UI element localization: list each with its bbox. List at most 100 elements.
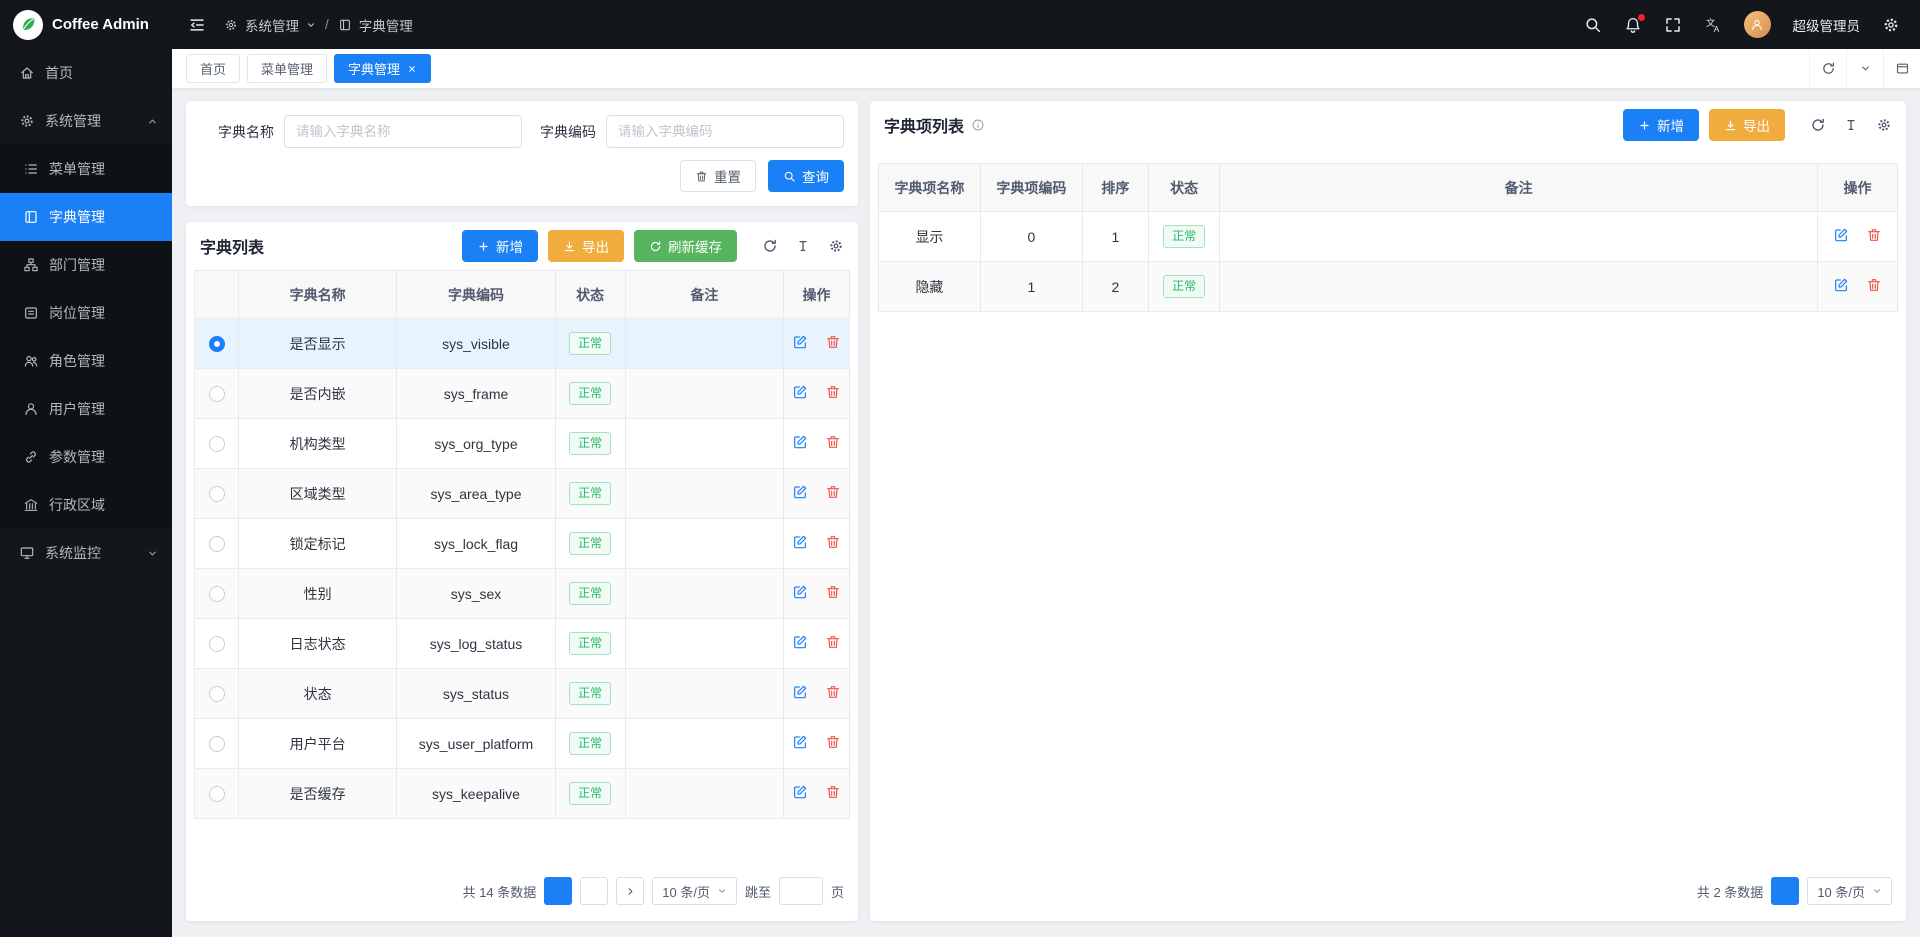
page-number-button[interactable]	[544, 877, 572, 905]
avatar[interactable]	[1744, 11, 1771, 38]
page-number-button[interactable]	[1771, 877, 1799, 905]
row-radio[interactable]	[209, 686, 225, 702]
table-row[interactable]: 是否缓存 sys_keepalive 正常	[195, 769, 850, 819]
sidebar-item-system-monitor[interactable]: 系统监控	[0, 529, 172, 577]
add-dict-item-button[interactable]: 新增	[1623, 109, 1699, 141]
column-settings-gear-icon[interactable]	[828, 238, 844, 254]
refresh-table-icon[interactable]	[1810, 117, 1826, 133]
sidebar-item-dict-management[interactable]: 字典管理	[0, 193, 172, 241]
table-row[interactable]: 用户平台 sys_user_platform 正常	[195, 719, 850, 769]
row-radio[interactable]	[209, 336, 225, 352]
delete-icon[interactable]	[825, 334, 841, 350]
column-header: 状态	[1149, 164, 1220, 212]
delete-icon[interactable]	[825, 634, 841, 650]
add-dict-button[interactable]: 新增	[462, 230, 538, 262]
edit-icon[interactable]	[792, 384, 808, 400]
edit-icon[interactable]	[1833, 277, 1849, 293]
status-badge: 正常	[1163, 275, 1205, 298]
reset-button[interactable]: 重置	[680, 160, 756, 192]
sidebar-item-admin-region[interactable]: 行政区域	[0, 481, 172, 529]
content-fullscreen-icon[interactable]	[1883, 49, 1920, 88]
search-icon[interactable]	[1584, 16, 1602, 34]
edit-icon[interactable]	[792, 684, 808, 700]
jump-page-input[interactable]	[779, 877, 823, 905]
tab-close-icon[interactable]	[407, 64, 417, 74]
dict-code-input[interactable]	[606, 115, 844, 148]
sidebar-item-menu-management[interactable]: 菜单管理	[0, 145, 172, 193]
edit-icon[interactable]	[792, 484, 808, 500]
row-radio[interactable]	[209, 436, 225, 452]
delete-icon[interactable]	[1866, 277, 1882, 293]
edit-icon[interactable]	[792, 584, 808, 600]
table-row[interactable]: 隐藏 1 2 正常	[879, 262, 1898, 312]
info-icon[interactable]	[971, 118, 985, 132]
font-size-icon[interactable]	[795, 238, 811, 254]
delete-icon[interactable]	[825, 484, 841, 500]
sidebar-item-home[interactable]: 首页	[0, 49, 172, 97]
delete-icon[interactable]	[825, 584, 841, 600]
sidebar-item-user-management[interactable]: 用户管理	[0, 385, 172, 433]
page-size-select[interactable]: 10 条/页	[1807, 877, 1892, 905]
column-settings-gear-icon[interactable]	[1876, 117, 1892, 133]
collapse-sidebar-icon[interactable]	[188, 16, 206, 34]
row-radio[interactable]	[209, 536, 225, 552]
edit-icon[interactable]	[792, 534, 808, 550]
fullscreen-icon[interactable]	[1664, 16, 1682, 34]
page-size-select[interactable]: 10 条/页	[652, 877, 737, 905]
notification-bell-icon[interactable]	[1624, 16, 1642, 34]
settings-gear-icon[interactable]	[1882, 16, 1900, 34]
nav-tab[interactable]: 首页	[186, 54, 240, 83]
dict-name-input[interactable]	[284, 115, 522, 148]
page-number-button[interactable]	[580, 877, 608, 905]
edit-icon[interactable]	[1833, 227, 1849, 243]
sidebar-item-role-management[interactable]: 角色管理	[0, 337, 172, 385]
edit-icon[interactable]	[792, 434, 808, 450]
refresh-cache-button[interactable]: 刷新缓存	[634, 230, 737, 262]
refresh-page-icon[interactable]	[1809, 49, 1846, 88]
table-row[interactable]: 性别 sys_sex 正常	[195, 569, 850, 619]
delete-icon[interactable]	[825, 534, 841, 550]
sidebar-item-system-management[interactable]: 系统管理	[0, 97, 172, 145]
table-row[interactable]: 状态 sys_status 正常	[195, 669, 850, 719]
delete-icon[interactable]	[1866, 227, 1882, 243]
delete-icon[interactable]	[825, 684, 841, 700]
row-radio[interactable]	[209, 786, 225, 802]
edit-icon[interactable]	[792, 734, 808, 750]
refresh-table-icon[interactable]	[762, 238, 778, 254]
breadcrumb-current[interactable]: 字典管理	[359, 15, 413, 35]
translate-icon[interactable]	[1704, 16, 1722, 34]
sidebar-item-param-management[interactable]: 参数管理	[0, 433, 172, 481]
row-radio[interactable]	[209, 486, 225, 502]
row-radio[interactable]	[209, 636, 225, 652]
nav-tab[interactable]: 字典管理	[334, 54, 431, 83]
table-row[interactable]: 显示 0 1 正常	[879, 212, 1898, 262]
edit-icon[interactable]	[792, 784, 808, 800]
edit-icon[interactable]	[792, 334, 808, 350]
row-radio[interactable]	[209, 586, 225, 602]
delete-icon[interactable]	[825, 384, 841, 400]
query-button[interactable]: 查询	[768, 160, 844, 192]
font-size-icon[interactable]	[1843, 117, 1859, 133]
table-row[interactable]: 区域类型 sys_area_type 正常	[195, 469, 850, 519]
table-row[interactable]: 锁定标记 sys_lock_flag 正常	[195, 519, 850, 569]
nav-tab[interactable]: 菜单管理	[247, 54, 327, 83]
tab-menu-chevron-icon[interactable]	[1846, 49, 1883, 88]
delete-icon[interactable]	[825, 784, 841, 800]
table-row[interactable]: 机构类型 sys_org_type 正常	[195, 419, 850, 469]
row-radio[interactable]	[209, 736, 225, 752]
table-row[interactable]: 日志状态 sys_log_status 正常	[195, 619, 850, 669]
user-name[interactable]: 超级管理员	[1793, 15, 1861, 35]
sidebar-item-post-management[interactable]: 岗位管理	[0, 289, 172, 337]
export-dict-item-button[interactable]: 导出	[1709, 109, 1785, 141]
sidebar-item-dept-management[interactable]: 部门管理	[0, 241, 172, 289]
table-row[interactable]: 是否内嵌 sys_frame 正常	[195, 369, 850, 419]
export-dict-button[interactable]: 导出	[548, 230, 624, 262]
edit-icon[interactable]	[792, 634, 808, 650]
table-row[interactable]: 是否显示 sys_visible 正常	[195, 319, 850, 369]
breadcrumb-root[interactable]: 系统管理	[245, 15, 299, 35]
delete-icon[interactable]	[825, 434, 841, 450]
list-icon	[23, 161, 39, 177]
next-page-button[interactable]	[616, 877, 644, 905]
delete-icon[interactable]	[825, 734, 841, 750]
row-radio[interactable]	[209, 386, 225, 402]
